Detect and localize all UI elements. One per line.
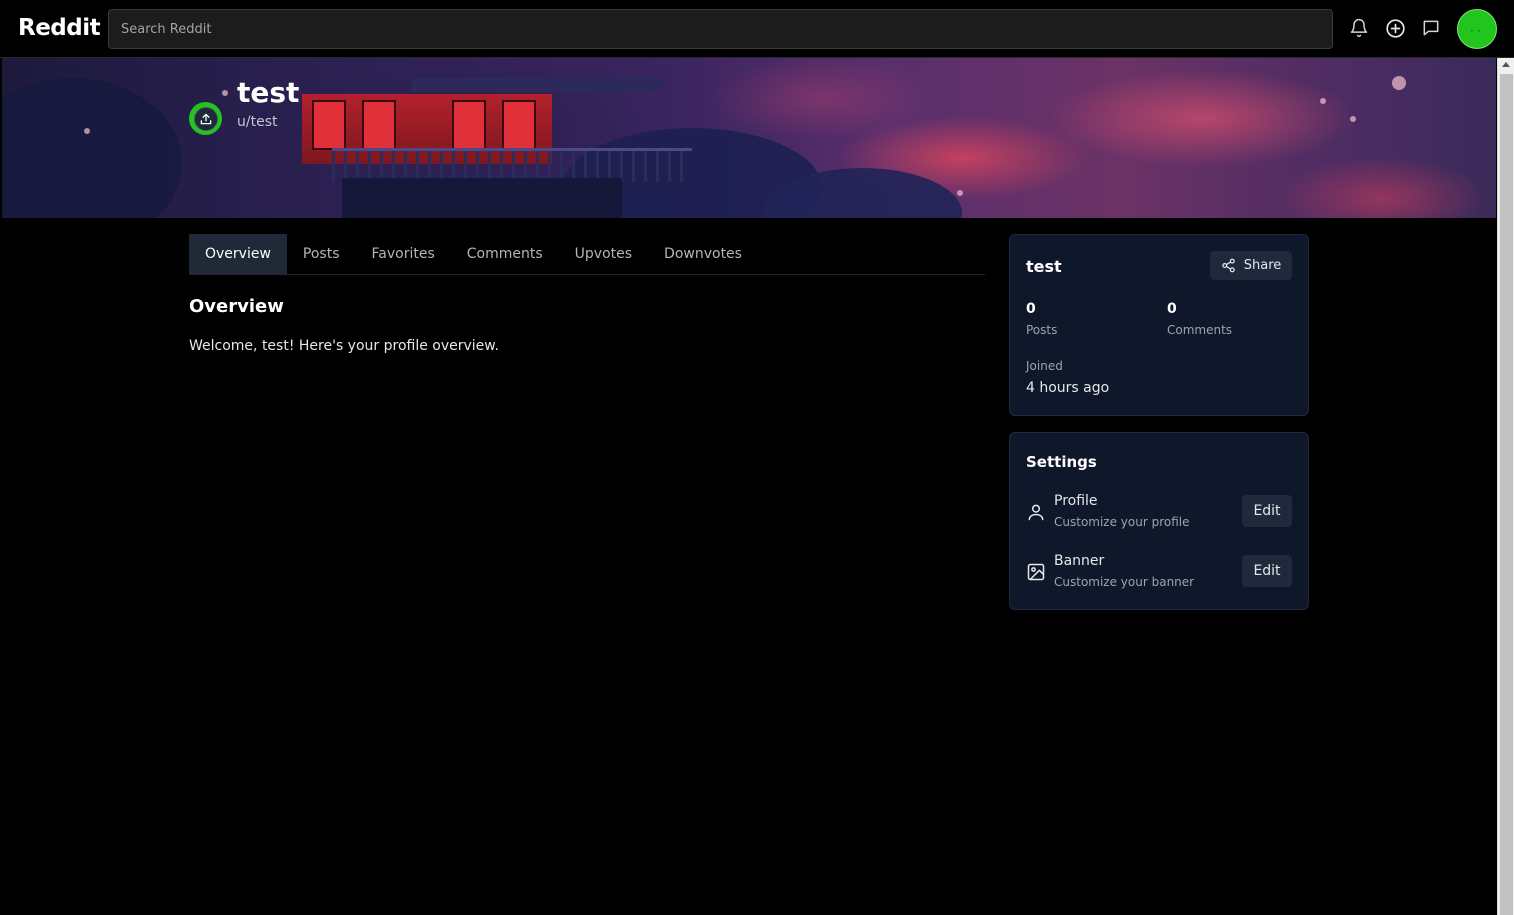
banner-house-illustration — [302, 78, 692, 218]
tab-comments[interactable]: Comments — [451, 234, 559, 274]
settings-item-desc: Customize your banner — [1054, 575, 1195, 589]
banner-sparkle — [222, 90, 228, 96]
bell-icon[interactable] — [1348, 17, 1370, 39]
user-icon — [1026, 502, 1046, 522]
avatar-face-icon: • • — [1470, 28, 1482, 35]
settings-item-name: Banner — [1054, 553, 1105, 569]
posts-count: 0 — [1026, 301, 1036, 317]
image-icon — [1026, 562, 1046, 582]
comments-label: Comments — [1167, 323, 1233, 337]
profile-banner — [2, 58, 1496, 218]
share-label: Share — [1243, 258, 1282, 273]
card-username: test — [1026, 257, 1062, 276]
tab-upvotes[interactable]: Upvotes — [559, 234, 648, 274]
settings-item-desc: Customize your profile — [1054, 515, 1190, 529]
user-info-card: test Share 0 Posts 0 Comments Joined 4 h… — [1009, 234, 1309, 416]
banner-sparkle — [957, 190, 963, 196]
posts-label: Posts — [1026, 323, 1058, 337]
user-avatar-button[interactable]: • • — [1457, 9, 1497, 49]
joined-label: Joined — [1026, 359, 1063, 373]
profile-name: test — [237, 76, 300, 109]
settings-item-name: Profile — [1054, 493, 1098, 509]
share-icon — [1221, 258, 1235, 273]
settings-item-profile: Profile Customize your profile Edit — [1026, 493, 1292, 533]
banner-sparkle — [1320, 98, 1326, 104]
scroll-up-arrow-icon[interactable] — [1502, 62, 1510, 67]
profile-handle: u/test — [237, 114, 278, 130]
settings-card: Settings Profile Customize your profile … — [1009, 432, 1309, 610]
edit-profile-button[interactable]: Edit — [1242, 495, 1292, 527]
search-input[interactable] — [108, 9, 1333, 49]
tab-favorites[interactable]: Favorites — [356, 234, 451, 274]
banner-foliage — [2, 78, 182, 218]
upload-icon — [200, 113, 211, 124]
site-logo[interactable]: Reddit — [18, 15, 101, 41]
share-button[interactable]: Share — [1210, 251, 1292, 280]
banner-sparkle — [84, 128, 90, 134]
tab-posts[interactable]: Posts — [287, 234, 356, 274]
tab-downvotes[interactable]: Downvotes — [648, 234, 758, 274]
joined-value: 4 hours ago — [1026, 380, 1110, 396]
page-scrollbar[interactable] — [1497, 58, 1514, 915]
edit-banner-button[interactable]: Edit — [1242, 555, 1292, 587]
comments-count: 0 — [1167, 301, 1177, 317]
settings-title: Settings — [1026, 453, 1097, 471]
upload-avatar-button[interactable] — [193, 106, 218, 131]
profile-avatar — [189, 102, 222, 135]
plus-circle-icon[interactable] — [1384, 17, 1406, 39]
section-title: Overview — [189, 296, 284, 317]
banner-sparkle — [1392, 76, 1406, 90]
banner-sparkle — [1350, 116, 1356, 122]
top-navbar: Reddit • • — [0, 0, 1514, 58]
tab-overview[interactable]: Overview — [189, 234, 287, 274]
chat-icon[interactable] — [1420, 17, 1442, 39]
settings-item-banner: Banner Customize your banner Edit — [1026, 553, 1292, 593]
profile-tabs: Overview Posts Favorites Comments Upvote… — [189, 234, 985, 275]
scrollbar-thumb[interactable] — [1500, 74, 1513, 915]
welcome-message: Welcome, test! Here's your profile overv… — [189, 338, 499, 354]
